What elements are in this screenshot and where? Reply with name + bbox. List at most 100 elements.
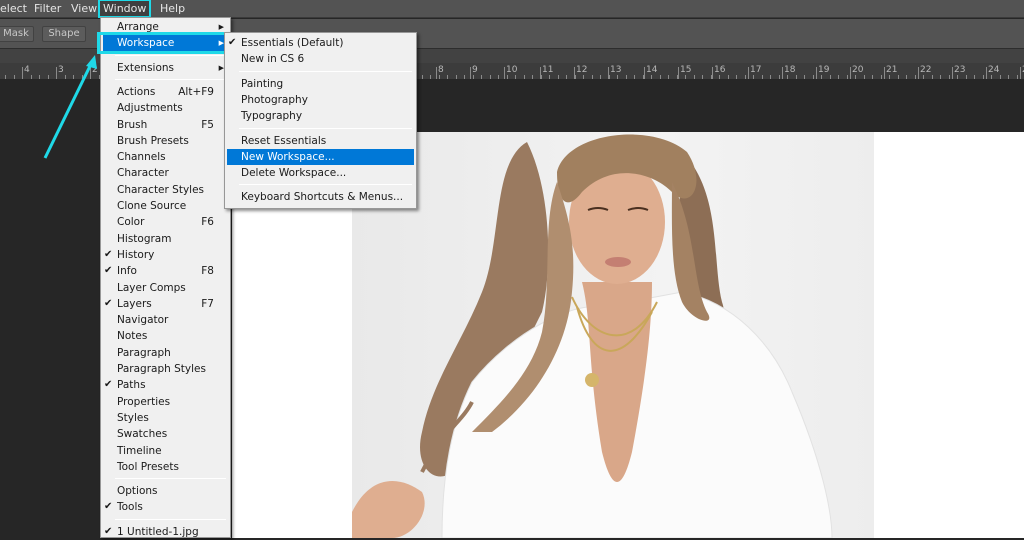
mask-button[interactable]: Mask (0, 26, 34, 42)
ruler-minor-tick (949, 75, 950, 79)
window-menu-item-histogram[interactable]: Histogram (103, 231, 228, 247)
window-menu-item-paragraph-styles[interactable]: Paragraph Styles (103, 361, 228, 377)
window-menu-item-tool-presets[interactable]: Tool Presets (103, 459, 228, 475)
ruler-major-tick (986, 67, 987, 79)
menu-item-label: Layer Comps (117, 281, 186, 294)
ruler-minor-tick (677, 75, 678, 79)
workspace-menu-item-essentials-default[interactable]: ✔ Essentials (Default) (227, 35, 414, 51)
window-menu-item-character[interactable]: Character (103, 165, 228, 181)
window-menu-item-brush-presets[interactable]: Brush Presets (103, 133, 228, 149)
ruler-minor-tick (830, 75, 831, 79)
menu-separator (115, 478, 226, 480)
window-menu-item-layer-comps[interactable]: Layer Comps (103, 280, 228, 296)
menu-item-label: New in CS 6 (241, 53, 305, 66)
menu-item-label: Adjustments (117, 102, 183, 115)
ruler-minor-tick (498, 75, 499, 79)
window-menu-item-info[interactable]: ✔ Info F8 (103, 263, 228, 279)
window-menu-item-tools[interactable]: ✔ Tools (103, 499, 228, 515)
ruler-minor-tick (422, 75, 423, 79)
ruler-label: 8 (438, 65, 444, 75)
workspace-menu-item-painting[interactable]: Painting (227, 76, 414, 92)
ruler-minor-tick (736, 75, 737, 79)
ruler-minor-tick (702, 75, 703, 79)
window-menu-item-clone-source[interactable]: Clone Source (103, 198, 228, 214)
menu-item-label: Navigator (117, 314, 169, 327)
workspace-menu-item-keyboard-shortcuts-menus[interactable]: Keyboard Shortcuts & Menus... (227, 189, 414, 205)
menu-view[interactable]: View (71, 1, 97, 16)
window-menu-item-timeline[interactable]: Timeline (103, 443, 228, 459)
ruler-minor-tick (983, 75, 984, 79)
ruler-minor-tick (762, 75, 763, 79)
menu-item-label: Tool Presets (117, 460, 179, 473)
workspace-submenu: ✔ Essentials (Default) New in CS 6 Painting… (224, 32, 417, 209)
ruler-minor-tick (541, 75, 542, 79)
window-menu-item-styles[interactable]: Styles (103, 410, 228, 426)
ruler-minor-tick (90, 75, 91, 79)
ruler-minor-tick (515, 75, 516, 79)
ruler-label: 19 (818, 65, 830, 75)
ruler-minor-tick (855, 75, 856, 79)
window-menu-item-actions[interactable]: Actions Alt+F9 (103, 84, 228, 100)
ruler-minor-tick (592, 75, 593, 79)
window-menu-item-swatches[interactable]: Swatches (103, 426, 228, 442)
menu-item-label: Paths (117, 379, 146, 392)
menu-item-label: Clone Source (117, 200, 187, 212)
ruler-minor-tick (626, 75, 627, 79)
window-menu-item-brush[interactable]: Brush F5 (103, 117, 228, 133)
ruler-minor-tick (1008, 75, 1009, 79)
ruler-label: 13 (610, 65, 622, 75)
window-menu-item-character-styles[interactable]: Character Styles (103, 182, 228, 198)
workspace-menu-item-reset-essentials[interactable]: Reset Essentials (227, 133, 414, 149)
ruler-minor-tick (881, 75, 882, 79)
ruler-major-tick (678, 67, 679, 79)
workspace-menu-item-photography[interactable]: Photography (227, 92, 414, 108)
menu-filter[interactable]: Filter (34, 1, 61, 16)
ruler-minor-tick (473, 75, 474, 79)
menu-item-label: Paragraph (117, 346, 171, 359)
window-menu-item-navigator[interactable]: Navigator (103, 312, 228, 328)
window-menu-item-paths[interactable]: ✔ Paths (103, 377, 228, 393)
workspace-menu-item-new-in-cs-6[interactable]: New in CS 6 (227, 51, 414, 67)
menu-item-label: Delete Workspace... (241, 167, 347, 180)
shortcut-label: F8 (201, 265, 214, 278)
ruler-minor-tick (490, 75, 491, 79)
menu-separator (239, 70, 412, 72)
menu-item-label: Swatches (117, 428, 168, 441)
window-menu-item-extensions[interactable]: Extensions ▶ (103, 60, 228, 76)
window-menu-item-notes[interactable]: Notes (103, 328, 228, 344)
ruler-major-tick (782, 67, 783, 79)
window-menu-item-properties[interactable]: Properties (103, 394, 228, 410)
window-menu-item-1-untitled-1-jpg[interactable]: ✔ 1 Untitled-1.jpg (103, 524, 228, 540)
window-menu-item-color[interactable]: Color F6 (103, 214, 228, 230)
ruler-label: 17 (750, 65, 762, 75)
ruler-minor-tick (1017, 75, 1018, 79)
ruler-minor-tick (719, 75, 720, 79)
ruler-minor-tick (847, 75, 848, 79)
menu-item-label: 1 Untitled-1.jpg (117, 525, 199, 538)
ruler-label: 22 (920, 65, 932, 75)
workspace-menu-item-delete-workspace[interactable]: Delete Workspace... (227, 165, 414, 181)
ruler-label: 9 (472, 65, 478, 75)
ruler-minor-tick (745, 75, 746, 79)
checkmark-icon: ✔ (104, 265, 113, 277)
ruler-minor-tick (14, 75, 15, 79)
workspace-menu-item-typography[interactable]: Typography (227, 108, 414, 124)
shape-button[interactable]: Shape (42, 26, 86, 42)
window-menu-item-adjustments[interactable]: Adjustments (103, 100, 228, 116)
window-menu-item-layers[interactable]: ✔ Layers F7 (103, 296, 228, 312)
menu-item-label: New Workspace... (241, 150, 335, 163)
ruler-minor-tick (73, 75, 74, 79)
menu-select[interactable]: elect (0, 1, 27, 16)
window-menu-item-options[interactable]: Options (103, 483, 228, 499)
menu-item-label: Layers (117, 297, 152, 310)
window-menu-item-paragraph[interactable]: Paragraph (103, 345, 228, 361)
window-menu-item-channels[interactable]: Channels (103, 149, 228, 165)
menu-window[interactable]: Window (98, 0, 152, 18)
menu-item-label: Photography (241, 93, 308, 106)
menu-help[interactable]: Help (160, 1, 185, 16)
ruler-minor-tick (660, 75, 661, 79)
window-menu-item-history[interactable]: ✔ History (103, 247, 228, 263)
ruler-label: 18 (784, 65, 796, 75)
workspace-menu-item-new-workspace[interactable]: New Workspace... (227, 148, 414, 165)
annotation-highlight-box (97, 32, 227, 54)
